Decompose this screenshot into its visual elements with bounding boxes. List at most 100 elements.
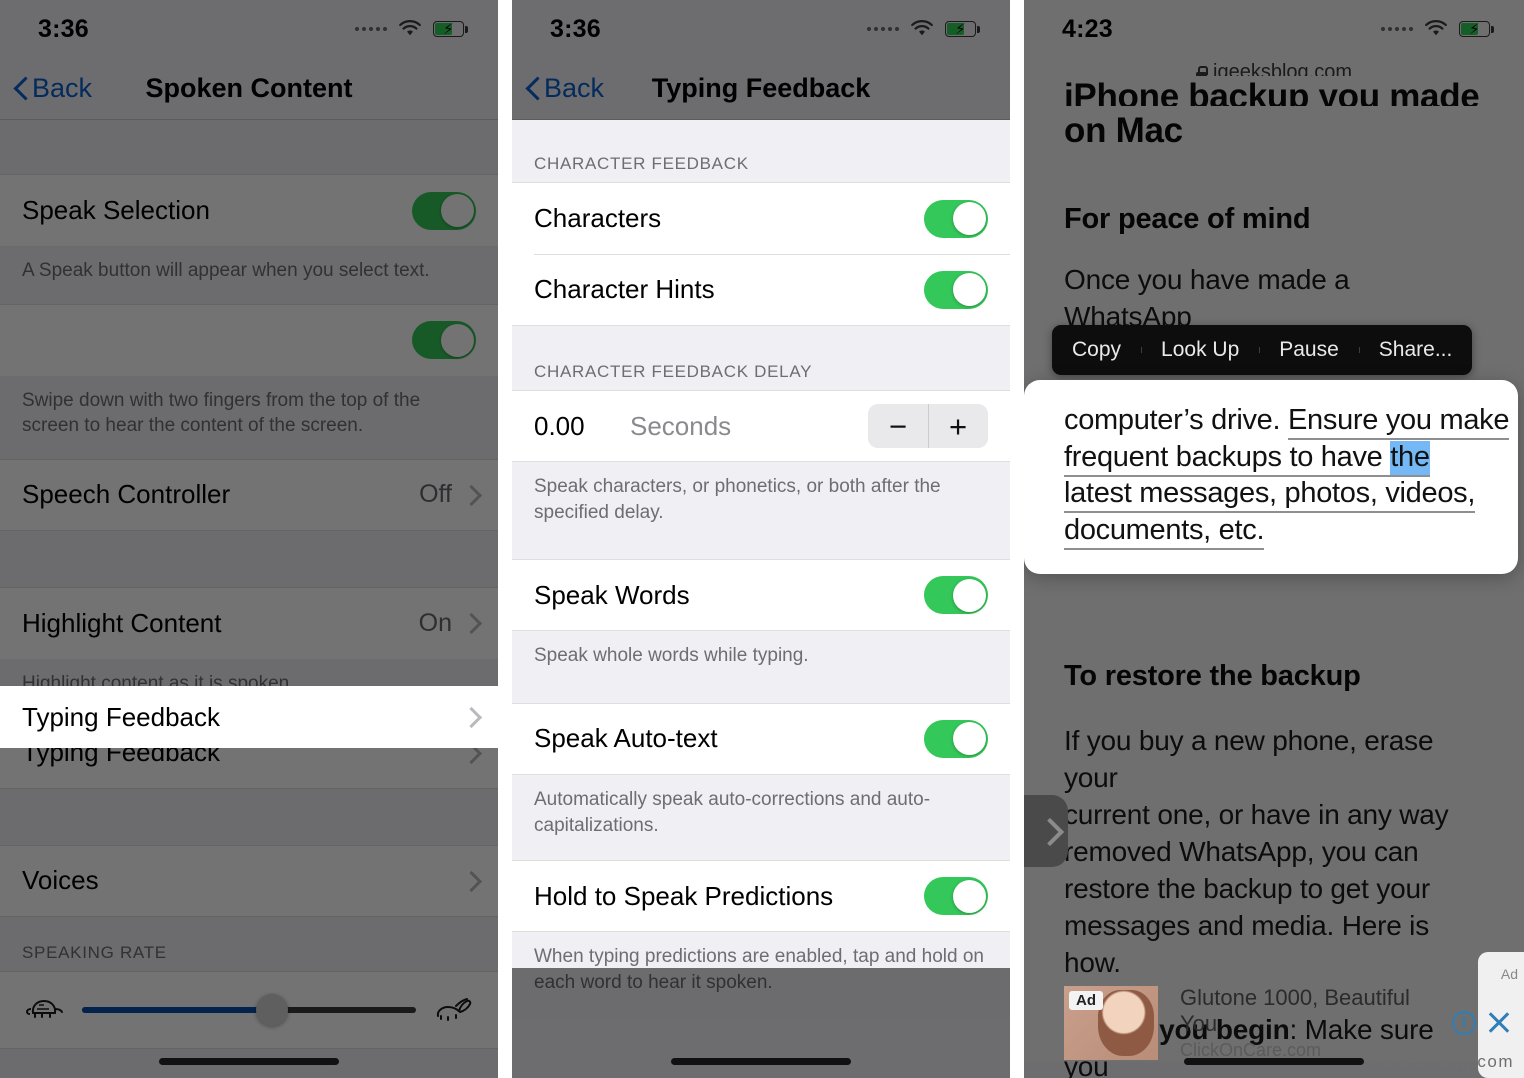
ad-badge: Ad <box>1069 991 1103 1010</box>
chevron-right-icon <box>464 485 476 505</box>
row-label <box>22 325 412 356</box>
chevron-right-icon <box>464 707 476 727</box>
row-label: Speak Words <box>534 579 690 610</box>
home-indicator <box>159 1058 339 1065</box>
speak-words-toggle[interactable] <box>924 576 988 615</box>
article-heading-line2: on Mac <box>1064 111 1183 150</box>
characters-toggle[interactable] <box>924 199 988 238</box>
status-indicators: ⚡ <box>355 20 468 38</box>
footer-speak-auto-text: Automatically speak auto-corrections and… <box>512 774 1010 861</box>
tortoise-icon <box>22 992 66 1027</box>
menu-item-share[interactable]: Share... <box>1358 338 1473 362</box>
battery-charging-icon: ⚡ <box>433 21 468 38</box>
ad-info-icon[interactable]: i <box>1452 1011 1476 1035</box>
signal-dots-icon <box>355 27 387 31</box>
delay-plus-button[interactable]: + <box>928 404 988 448</box>
ad-model-image <box>1098 990 1154 1056</box>
article-paragraph-2-line-5: messages and media. Here is how. <box>1064 909 1429 978</box>
article-subheading: For peace of mind <box>1064 203 1311 236</box>
speaking-rate-slider-row[interactable] <box>0 970 498 1049</box>
row-speak-words[interactable]: Speak Words <box>512 559 1010 632</box>
section-header-character-feedback-delay: CHARACTER FEEDBACK DELAY <box>512 326 1010 390</box>
row-label: Hold to Speak Predictions <box>534 880 834 911</box>
speak-auto-text-toggle[interactable] <box>924 719 988 758</box>
footer-speak-screen: Swipe down with two fingers from the top… <box>0 375 498 459</box>
row-label: Highlight Content <box>22 607 222 638</box>
back-button[interactable]: Back <box>512 73 604 104</box>
speak-card-line-2-underlined: frequent backups to have <box>1064 440 1391 477</box>
speak-card-line-1: computer’s drive. Ensure you make <box>1064 402 1509 440</box>
speaking-rate-fill <box>82 1006 273 1013</box>
speak-card-line-1-underlined: Ensure you make <box>1288 404 1509 440</box>
row-voices[interactable]: Voices <box>0 844 498 917</box>
row-label: Speech Controller <box>22 479 231 510</box>
footer-character-feedback-delay: Speak characters, or phonetics, or both … <box>512 462 1010 560</box>
speaking-rate-track[interactable] <box>82 993 416 1026</box>
status-time: 3:36 <box>38 14 89 43</box>
row-highlight-content[interactable]: Highlight Content On <box>0 586 498 659</box>
speak-card-line-2: frequent backups to have the <box>1064 439 1482 477</box>
row-label: Voices <box>22 865 99 896</box>
article-paragraph-2-line-1: If you buy a new phone, erase your <box>1064 725 1434 794</box>
row-value: Off <box>419 480 452 509</box>
row-typing-feedback-highlighted[interactable]: Typing Feedback <box>0 686 498 748</box>
section-header-character-feedback: CHARACTER FEEDBACK <box>512 120 1010 182</box>
menu-item-pause[interactable]: Pause <box>1259 338 1359 362</box>
text-selection-context-menu[interactable]: Copy Look Up Pause Share... <box>1052 325 1473 375</box>
battery-charging-icon: ⚡ <box>945 21 980 38</box>
delay-value: 0.00 <box>534 410 585 441</box>
status-bar: 4:23 ⚡ <box>1024 0 1524 58</box>
delay-stepper[interactable]: − + <box>868 404 988 448</box>
speak-card-line-4-underlined: documents, etc. <box>1064 513 1265 550</box>
row-label: Character Hints <box>534 274 715 304</box>
row-character-hints[interactable]: Character Hints <box>512 254 1010 326</box>
menu-item-look-up[interactable]: Look Up <box>1141 338 1259 362</box>
nav-bar: Back Typing Feedback <box>512 58 1010 120</box>
chevron-left-icon <box>14 77 28 101</box>
row-characters[interactable]: Characters <box>512 182 1010 254</box>
row-speech-controller[interactable]: Speech Controller Off <box>0 458 498 531</box>
speak-screen-toggle[interactable] <box>412 321 476 360</box>
status-indicators: ⚡ <box>867 20 980 38</box>
speak-card-line-3-underlined: latest messages, photos, videos, <box>1064 477 1475 514</box>
wifi-icon <box>398 20 422 38</box>
speaking-rate-knob[interactable] <box>256 993 289 1026</box>
row-label: Typing Feedback <box>22 701 221 732</box>
panel-typing-feedback: 3:36 ⚡ Back Typing Feedback CHARACTER FE <box>512 0 1010 1078</box>
home-indicator <box>671 1058 851 1065</box>
row-speak-auto-text[interactable]: Speak Auto-text <box>512 702 1010 775</box>
battery-charging-icon: ⚡ <box>1459 21 1494 38</box>
row-label: Speak Auto-text <box>534 723 718 754</box>
panel-safari-speak-screen: 4:23 ⚡ igeeksblog.com iPhone backup you … <box>1024 0 1524 1078</box>
signal-dots-icon <box>1381 27 1413 31</box>
wifi-icon <box>910 20 934 38</box>
site-watermark: www.deuaq.com <box>1369 1052 1514 1071</box>
back-button[interactable]: Back <box>0 73 92 104</box>
speak-card-selected-word: the <box>1390 440 1430 477</box>
speak-card-line-3: latest messages, photos, videos, <box>1064 475 1482 514</box>
character-hints-toggle[interactable] <box>924 270 988 309</box>
speak-screen-controller-handle[interactable] <box>1024 795 1068 867</box>
home-indicator <box>1184 1058 1364 1065</box>
delay-minus-button[interactable]: − <box>868 404 928 448</box>
row-speak-screen[interactable] <box>0 303 498 376</box>
status-time: 4:23 <box>1062 14 1113 43</box>
three-phone-screenshot-stage: 3:36 ⚡ Back Spoken Content Speak Selecti… <box>0 0 1524 1078</box>
hold-to-speak-predictions-toggle[interactable] <box>924 877 988 916</box>
delay-unit: Seconds <box>630 410 732 441</box>
section-header-speaking-rate: SPEAKING RATE <box>0 916 498 971</box>
menu-item-copy[interactable]: Copy <box>1052 338 1141 362</box>
ad-title: Glutone 1000, Beautiful You <box>1180 985 1410 1036</box>
row-speak-selection[interactable]: Speak Selection <box>0 174 498 246</box>
ad-banner[interactable]: Ad Glutone 1000, Beautiful You ClickOnCa… <box>1064 985 1518 1060</box>
chevron-right-icon <box>1040 818 1056 844</box>
speak-selection-toggle[interactable] <box>412 191 476 230</box>
ad-close-icon[interactable] <box>1486 1010 1512 1036</box>
footer-speak-words: Speak whole words while typing. <box>512 631 1010 703</box>
status-indicators: ⚡ <box>1381 20 1494 38</box>
footer-speak-selection: A Speak button will appear when you sele… <box>0 246 498 304</box>
settings-list: Speak Selection A Speak button will appe… <box>0 174 498 1078</box>
row-hold-to-speak-predictions[interactable]: Hold to Speak Predictions <box>512 860 1010 933</box>
row-character-feedback-delay[interactable]: 0.00 Seconds − + <box>512 390 1010 462</box>
speak-screen-highlight-card: computer’s drive. Ensure you make freque… <box>1024 380 1518 575</box>
